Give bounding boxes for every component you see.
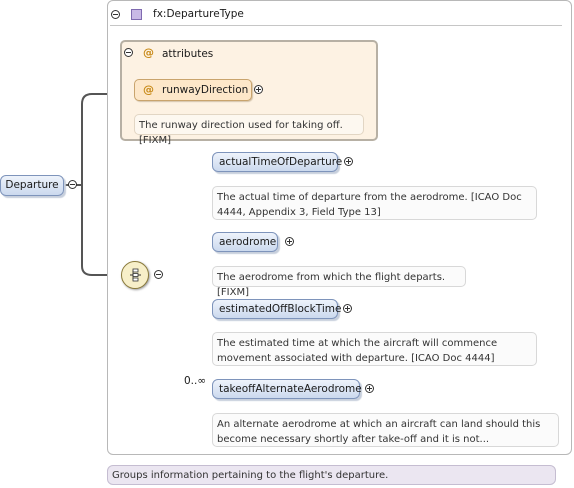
expand-element-icon[interactable]	[344, 157, 353, 166]
expand-element-icon[interactable]	[343, 304, 352, 313]
description-line: The aerodrome from which the flight depa…	[217, 272, 446, 298]
type-name: fx:DepartureType	[153, 8, 244, 20]
attribute-description: The runway direction used for taking off…	[134, 114, 364, 146]
element-description: The estimated time at which the aircraft…	[212, 332, 537, 366]
element-description: The actual time of departure from the ae…	[212, 186, 537, 220]
description-line: An alternate aerodrome at which an aircr…	[217, 419, 541, 430]
description-line: The actual time of departure from the ae…	[217, 192, 522, 203]
collapse-sequence-icon[interactable]	[154, 270, 163, 279]
element-actualtimeofdeparture[interactable]: actualTimeOfDeparture	[212, 152, 342, 172]
description-line: movement associated with departure. [ICA…	[217, 353, 495, 364]
collapse-root-icon[interactable]	[68, 180, 77, 189]
expand-element-icon[interactable]	[365, 384, 374, 393]
element-description: The aerodrome from which the flight depa…	[212, 266, 466, 298]
collapse-type-icon[interactable]	[111, 10, 120, 19]
description-line: 4444, Appendix 3, Field Type 13]	[217, 207, 381, 218]
element-description: An alternate aerodrome at which an aircr…	[212, 413, 559, 447]
root-element-departure[interactable]: Departure	[0, 175, 64, 196]
attributes-label: attributes	[162, 48, 214, 60]
expand-attribute-icon[interactable]	[254, 85, 263, 94]
attribute-icon: @	[143, 83, 154, 96]
attribute-runwaydirection[interactable]: @ runwayDirection	[134, 79, 252, 101]
multiplicity-label: 0..∞	[184, 375, 207, 387]
element-estimatedoffblocktime[interactable]: estimatedOffBlockTime	[212, 299, 341, 319]
expand-element-icon[interactable]	[285, 237, 294, 246]
element-takeoffalternateaerodrome[interactable]: takeoffAlternateAerodrome	[212, 379, 362, 399]
sequence-compositor-icon[interactable]	[121, 261, 149, 289]
collapse-attributes-icon[interactable]	[124, 48, 133, 57]
element-aerodrome[interactable]: aerodrome	[212, 232, 278, 252]
description-line: The estimated time at which the aircraft…	[217, 338, 498, 349]
attribute-icon: @	[143, 46, 154, 59]
attribute-name: runwayDirection	[162, 84, 249, 96]
root-description: Groups information pertaining to the fli…	[107, 465, 556, 485]
complex-type-icon	[131, 9, 142, 20]
description-line: become necessary shortly after take-off …	[217, 434, 490, 445]
